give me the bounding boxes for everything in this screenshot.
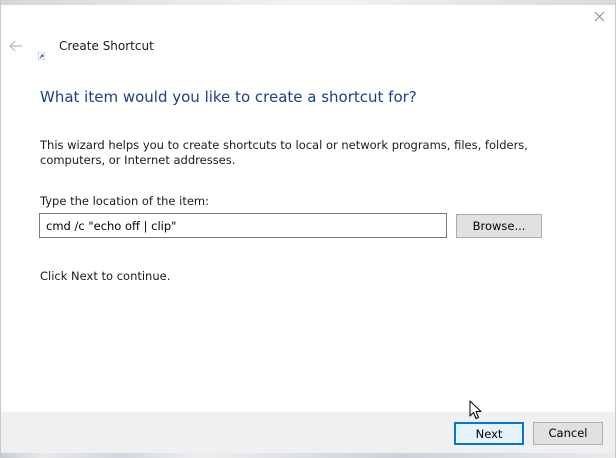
browse-button[interactable]: Browse... [456,214,542,238]
close-icon [594,11,605,22]
next-button[interactable]: Next [454,422,524,445]
background-taskbar-strip [1,453,615,458]
cancel-button[interactable]: Cancel [533,422,603,445]
background-strip [1,0,615,5]
wizard-description: This wizard helps you to create shortcut… [40,138,528,167]
back-arrow-icon [9,40,22,52]
continue-instruction: Click Next to continue. [40,269,171,283]
location-input[interactable] [39,213,447,238]
shortcut-icon [37,45,46,61]
back-button[interactable] [8,38,24,52]
mouse-pointer-icon [469,400,482,420]
close-button[interactable] [585,6,615,28]
window-title: Create Shortcut [59,39,154,53]
create-shortcut-dialog: Create Shortcut What item would you like… [0,0,616,458]
page-heading: What item would you like to create a sho… [40,88,417,106]
location-label: Type the location of the item: [40,194,210,208]
